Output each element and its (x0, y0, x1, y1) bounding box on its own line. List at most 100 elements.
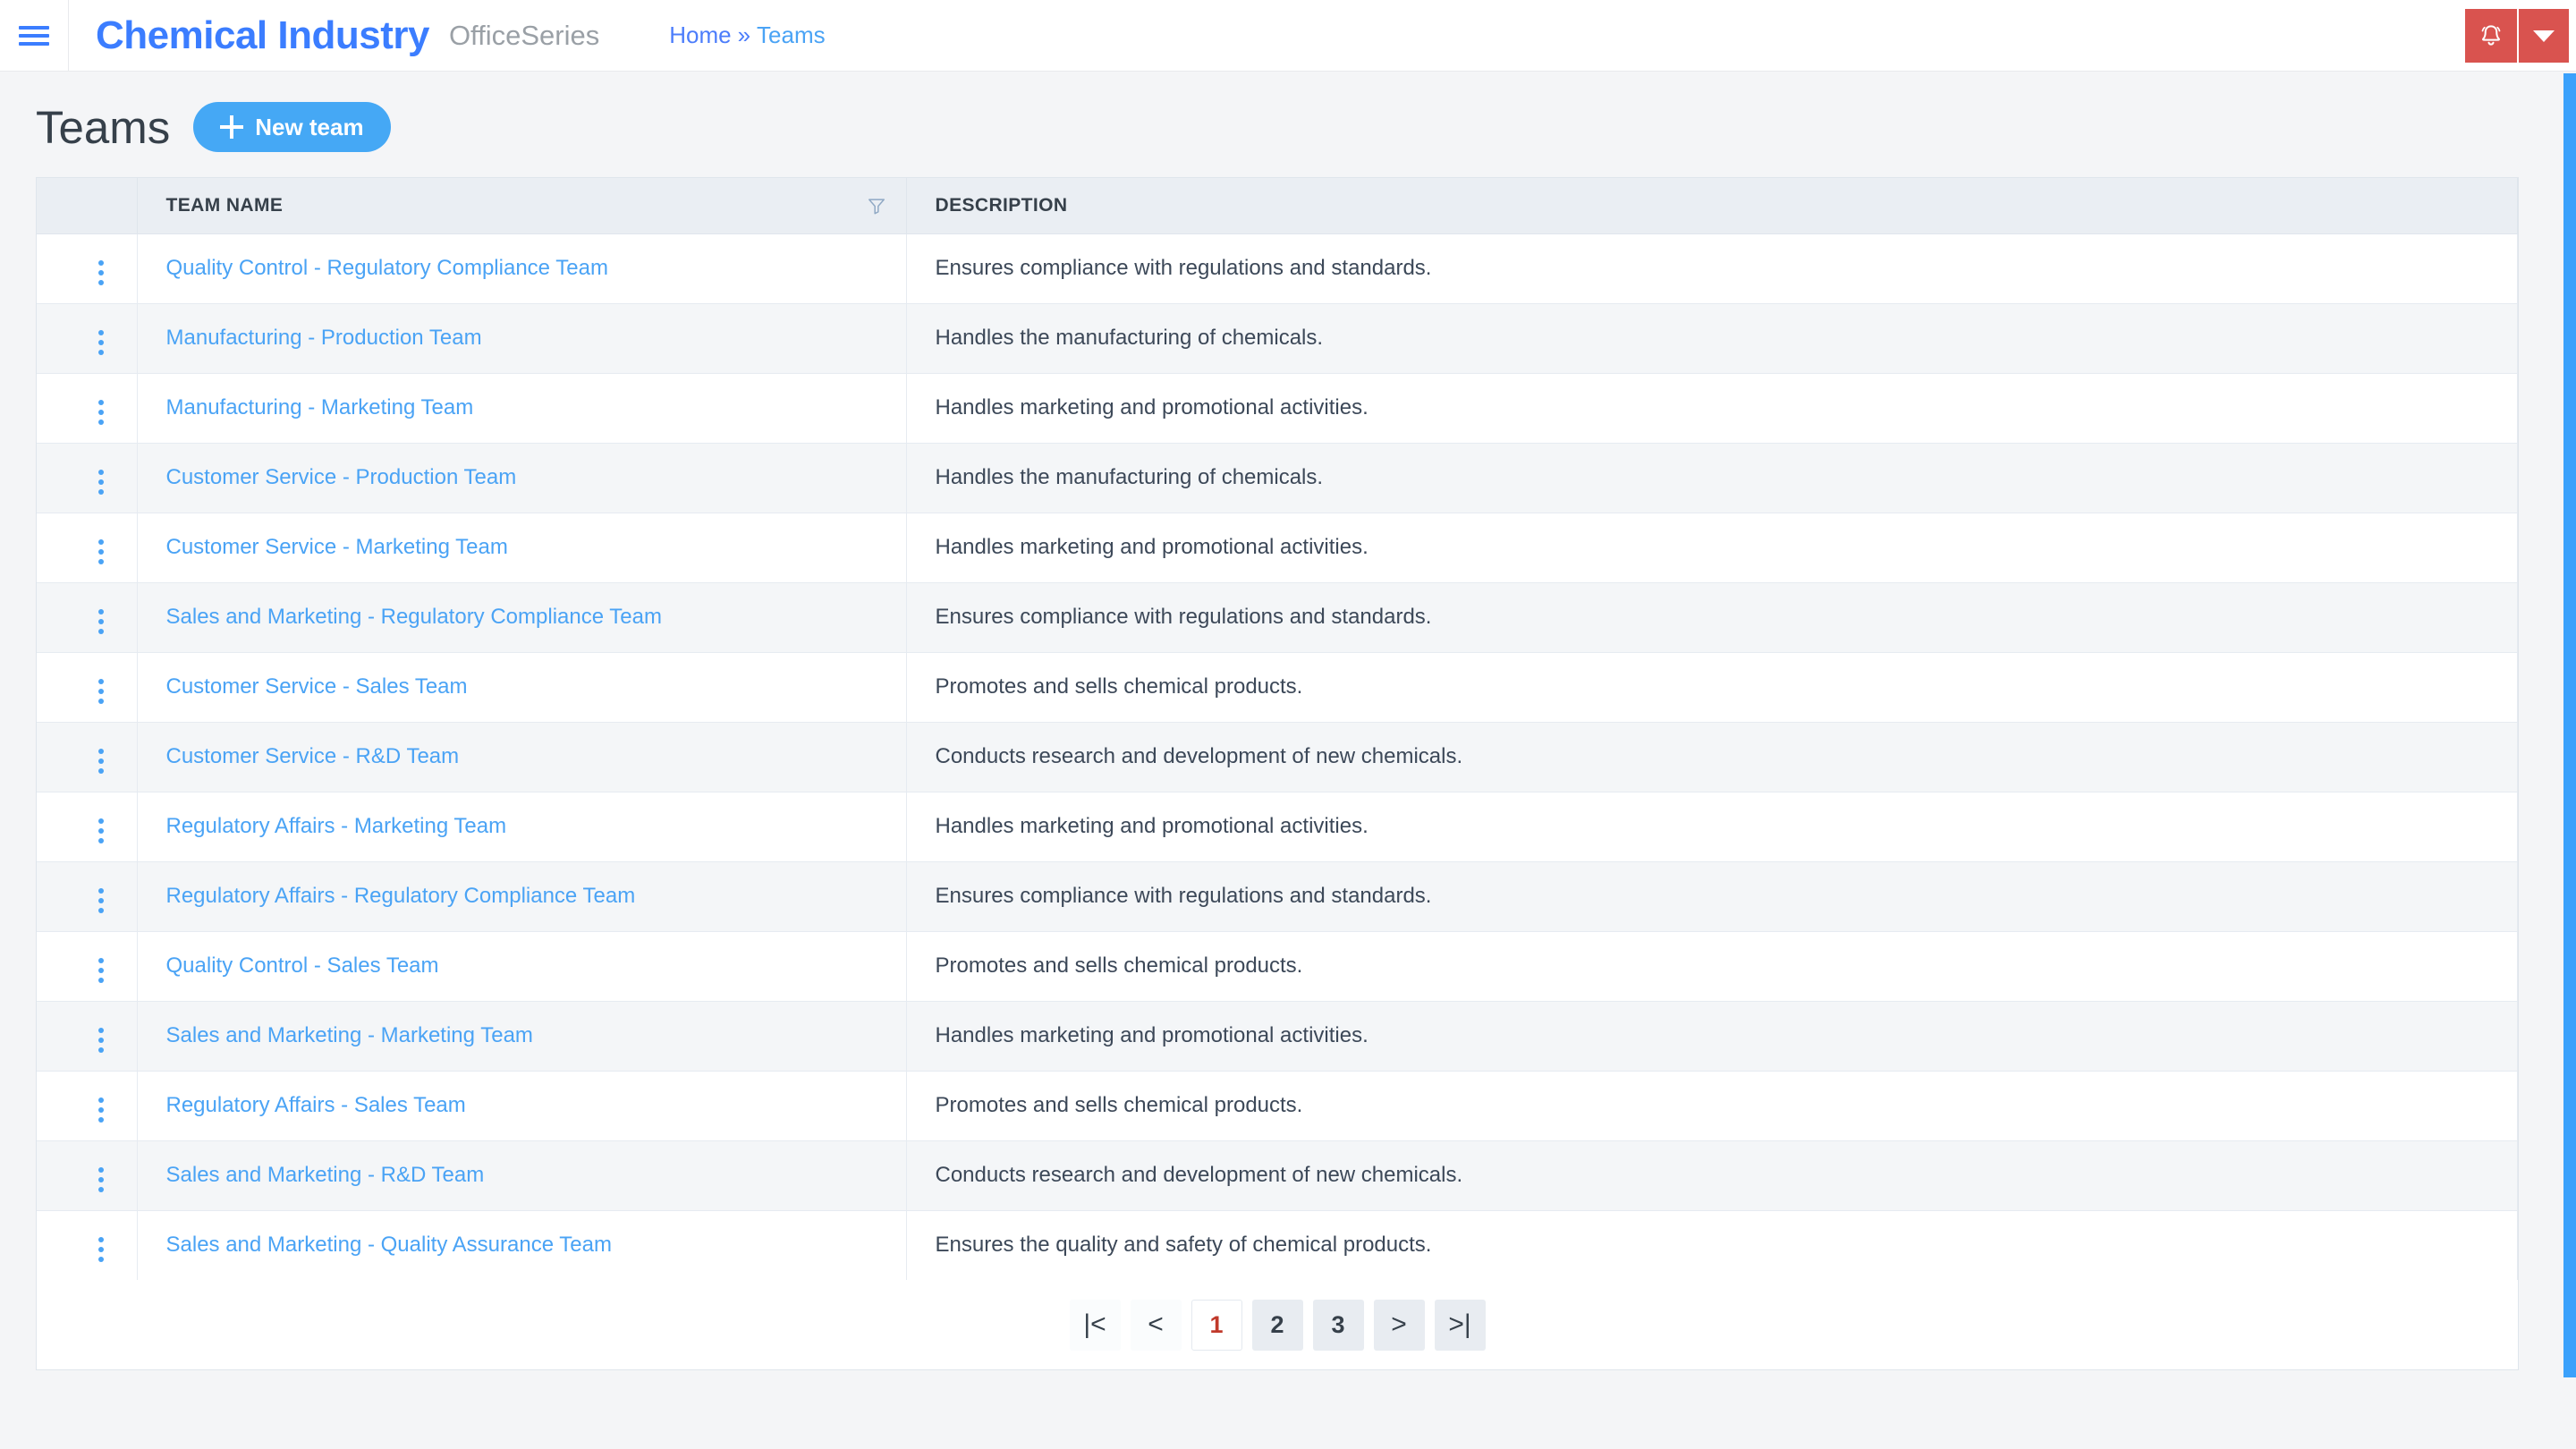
team-name-link[interactable]: Sales and Marketing - R&D Team (166, 1163, 485, 1187)
kebab-menu-icon[interactable] (93, 604, 109, 640)
kebab-menu-icon[interactable] (93, 1162, 109, 1198)
pagination-last-button[interactable]: >| (1434, 1299, 1486, 1351)
row-menu-cell (37, 931, 138, 1002)
table-row: Quality Control - Sales Team Promotes and… (37, 931, 2518, 1002)
team-name-link[interactable]: Sales and Marketing - Quality Assurance … (166, 1233, 612, 1257)
table-header-row: TEAM NAME DESCRIPTION (37, 178, 2518, 234)
pagination-prev-button[interactable]: < (1130, 1299, 1182, 1351)
kebab-menu-icon[interactable] (93, 813, 109, 849)
team-name-cell: Quality Control - Regulatory Compliance … (137, 233, 907, 304)
column-header-menu (37, 178, 138, 234)
brand-title: Chemical Industry (96, 13, 429, 57)
hamburger-menu-button[interactable] (0, 0, 69, 72)
row-menu-cell (37, 303, 138, 374)
kebab-menu-icon[interactable] (93, 394, 109, 430)
table-row: Sales and Marketing - Marketing Team Hand… (37, 1001, 2518, 1072)
page-title: Teams (36, 101, 171, 153)
notification-button[interactable] (2465, 9, 2519, 63)
team-name-link[interactable]: Sales and Marketing - Marketing Team (166, 1023, 533, 1047)
top-navbar: Chemical Industry OfficeSeries Home » Te… (0, 0, 2576, 72)
kebab-menu-icon[interactable] (93, 1022, 109, 1058)
kebab-menu-icon[interactable] (93, 325, 109, 360)
team-name-link[interactable]: Manufacturing - Production Team (166, 326, 482, 350)
kebab-menu-icon[interactable] (93, 1232, 109, 1267)
pagination-pages: 123 (1191, 1299, 1364, 1351)
team-description-cell: Promotes and sells chemical products. (906, 1071, 2518, 1141)
table-row: Manufacturing - Production Team Handles t… (37, 303, 2518, 374)
team-name-link[interactable]: Regulatory Affairs - Marketing Team (166, 814, 507, 838)
kebab-menu-icon[interactable] (93, 674, 109, 709)
team-name-cell: Customer Service - Sales Team (137, 652, 907, 723)
kebab-menu-icon[interactable] (93, 953, 109, 988)
team-description-cell: Ensures compliance with regulations and … (906, 582, 2518, 653)
kebab-menu-icon[interactable] (93, 1092, 109, 1128)
breadcrumb-current[interactable]: Teams (757, 21, 826, 49)
team-name-cell: Sales and Marketing - Regulatory Complia… (137, 582, 907, 653)
new-team-button[interactable]: New team (193, 102, 391, 152)
breadcrumb-home[interactable]: Home (669, 21, 731, 49)
row-menu-cell (37, 1140, 138, 1211)
brand-subtitle: OfficeSeries (448, 19, 600, 51)
row-menu-cell (37, 722, 138, 792)
team-description-cell: Handles the manufacturing of chemicals. (906, 303, 2518, 374)
pagination-next-button[interactable]: > (1373, 1299, 1425, 1351)
team-description-cell: Ensures compliance with regulations and … (906, 233, 2518, 304)
notification-bell-icon (2481, 25, 2501, 46)
team-name-cell: Regulatory Affairs - Marketing Team (137, 792, 907, 862)
row-menu-cell (37, 513, 138, 583)
new-team-button-label: New team (255, 113, 364, 140)
kebab-menu-icon[interactable] (93, 883, 109, 919)
table-row: Regulatory Affairs - Sales Team Promotes … (37, 1071, 2518, 1141)
team-name-link[interactable]: Regulatory Affairs - Regulatory Complian… (166, 884, 636, 908)
team-name-link[interactable]: Quality Control - Sales Team (166, 953, 439, 978)
row-menu-cell (37, 373, 138, 444)
team-name-link[interactable]: Customer Service - R&D Team (166, 744, 460, 768)
team-name-link[interactable]: Quality Control - Regulatory Compliance … (166, 256, 608, 280)
team-description-cell: Conducts research and development of new… (906, 722, 2518, 792)
kebab-menu-icon[interactable] (93, 464, 109, 500)
table-row: Sales and Marketing - Quality Assurance … (37, 1210, 2518, 1280)
kebab-menu-icon[interactable] (93, 534, 109, 570)
filter-funnel-icon[interactable] (867, 195, 886, 216)
page-header: Teams New team (36, 72, 2540, 177)
team-name-cell: Manufacturing - Marketing Team (137, 373, 907, 444)
team-name-cell: Sales and Marketing - Marketing Team (137, 1001, 907, 1072)
breadcrumb-separator: » (737, 21, 751, 48)
team-description-cell: Promotes and sells chemical products. (906, 652, 2518, 723)
pagination-page-2[interactable]: 2 (1251, 1299, 1303, 1351)
column-header-description[interactable]: DESCRIPTION (906, 178, 2518, 234)
team-name-cell: Manufacturing - Production Team (137, 303, 907, 374)
user-dropdown-button[interactable] (2519, 9, 2569, 63)
team-name-link[interactable]: Manufacturing - Marketing Team (166, 395, 474, 419)
team-name-link[interactable]: Regulatory Affairs - Sales Team (166, 1093, 466, 1117)
plus-icon (220, 115, 244, 139)
table-row: Regulatory Affairs - Marketing Team Handl… (37, 792, 2518, 862)
team-name-link[interactable]: Customer Service - Production Team (166, 465, 517, 489)
page-scrollbar-thumb[interactable] (2563, 73, 2576, 1377)
team-name-cell: Regulatory Affairs - Sales Team (137, 1071, 907, 1141)
table-row: Manufacturing - Marketing Team Handles ma… (37, 373, 2518, 444)
table-body: Quality Control - Regulatory Compliance … (37, 233, 2518, 1280)
column-header-team-name[interactable]: TEAM NAME (137, 178, 907, 234)
navbar-actions (2465, 9, 2569, 63)
kebab-menu-icon[interactable] (93, 255, 109, 291)
row-menu-cell (37, 652, 138, 723)
table-row: Customer Service - R&D Team Conducts rese… (37, 722, 2518, 792)
team-description-cell: Handles the manufacturing of chemicals. (906, 443, 2518, 513)
table-head: TEAM NAME DESCRIPTION (37, 178, 2518, 234)
hamburger-icon (19, 25, 49, 46)
team-name-link[interactable]: Sales and Marketing - Regulatory Complia… (166, 605, 663, 629)
table-row: Sales and Marketing - Regulatory Complia… (37, 582, 2518, 653)
team-name-cell: Quality Control - Sales Team (137, 931, 907, 1002)
kebab-menu-icon[interactable] (93, 743, 109, 779)
pagination-page-3[interactable]: 3 (1312, 1299, 1364, 1351)
table-row: Regulatory Affairs - Regulatory Complian… (37, 861, 2518, 932)
pagination-first-button[interactable]: |< (1069, 1299, 1121, 1351)
team-name-link[interactable]: Customer Service - Sales Team (166, 674, 468, 699)
row-menu-cell (37, 1071, 138, 1141)
team-description-cell: Handles marketing and promotional activi… (906, 513, 2518, 583)
team-name-cell: Customer Service - Marketing Team (137, 513, 907, 583)
pagination-page-1[interactable]: 1 (1191, 1299, 1242, 1351)
team-name-cell: Customer Service - Production Team (137, 443, 907, 513)
team-name-link[interactable]: Customer Service - Marketing Team (166, 535, 508, 559)
